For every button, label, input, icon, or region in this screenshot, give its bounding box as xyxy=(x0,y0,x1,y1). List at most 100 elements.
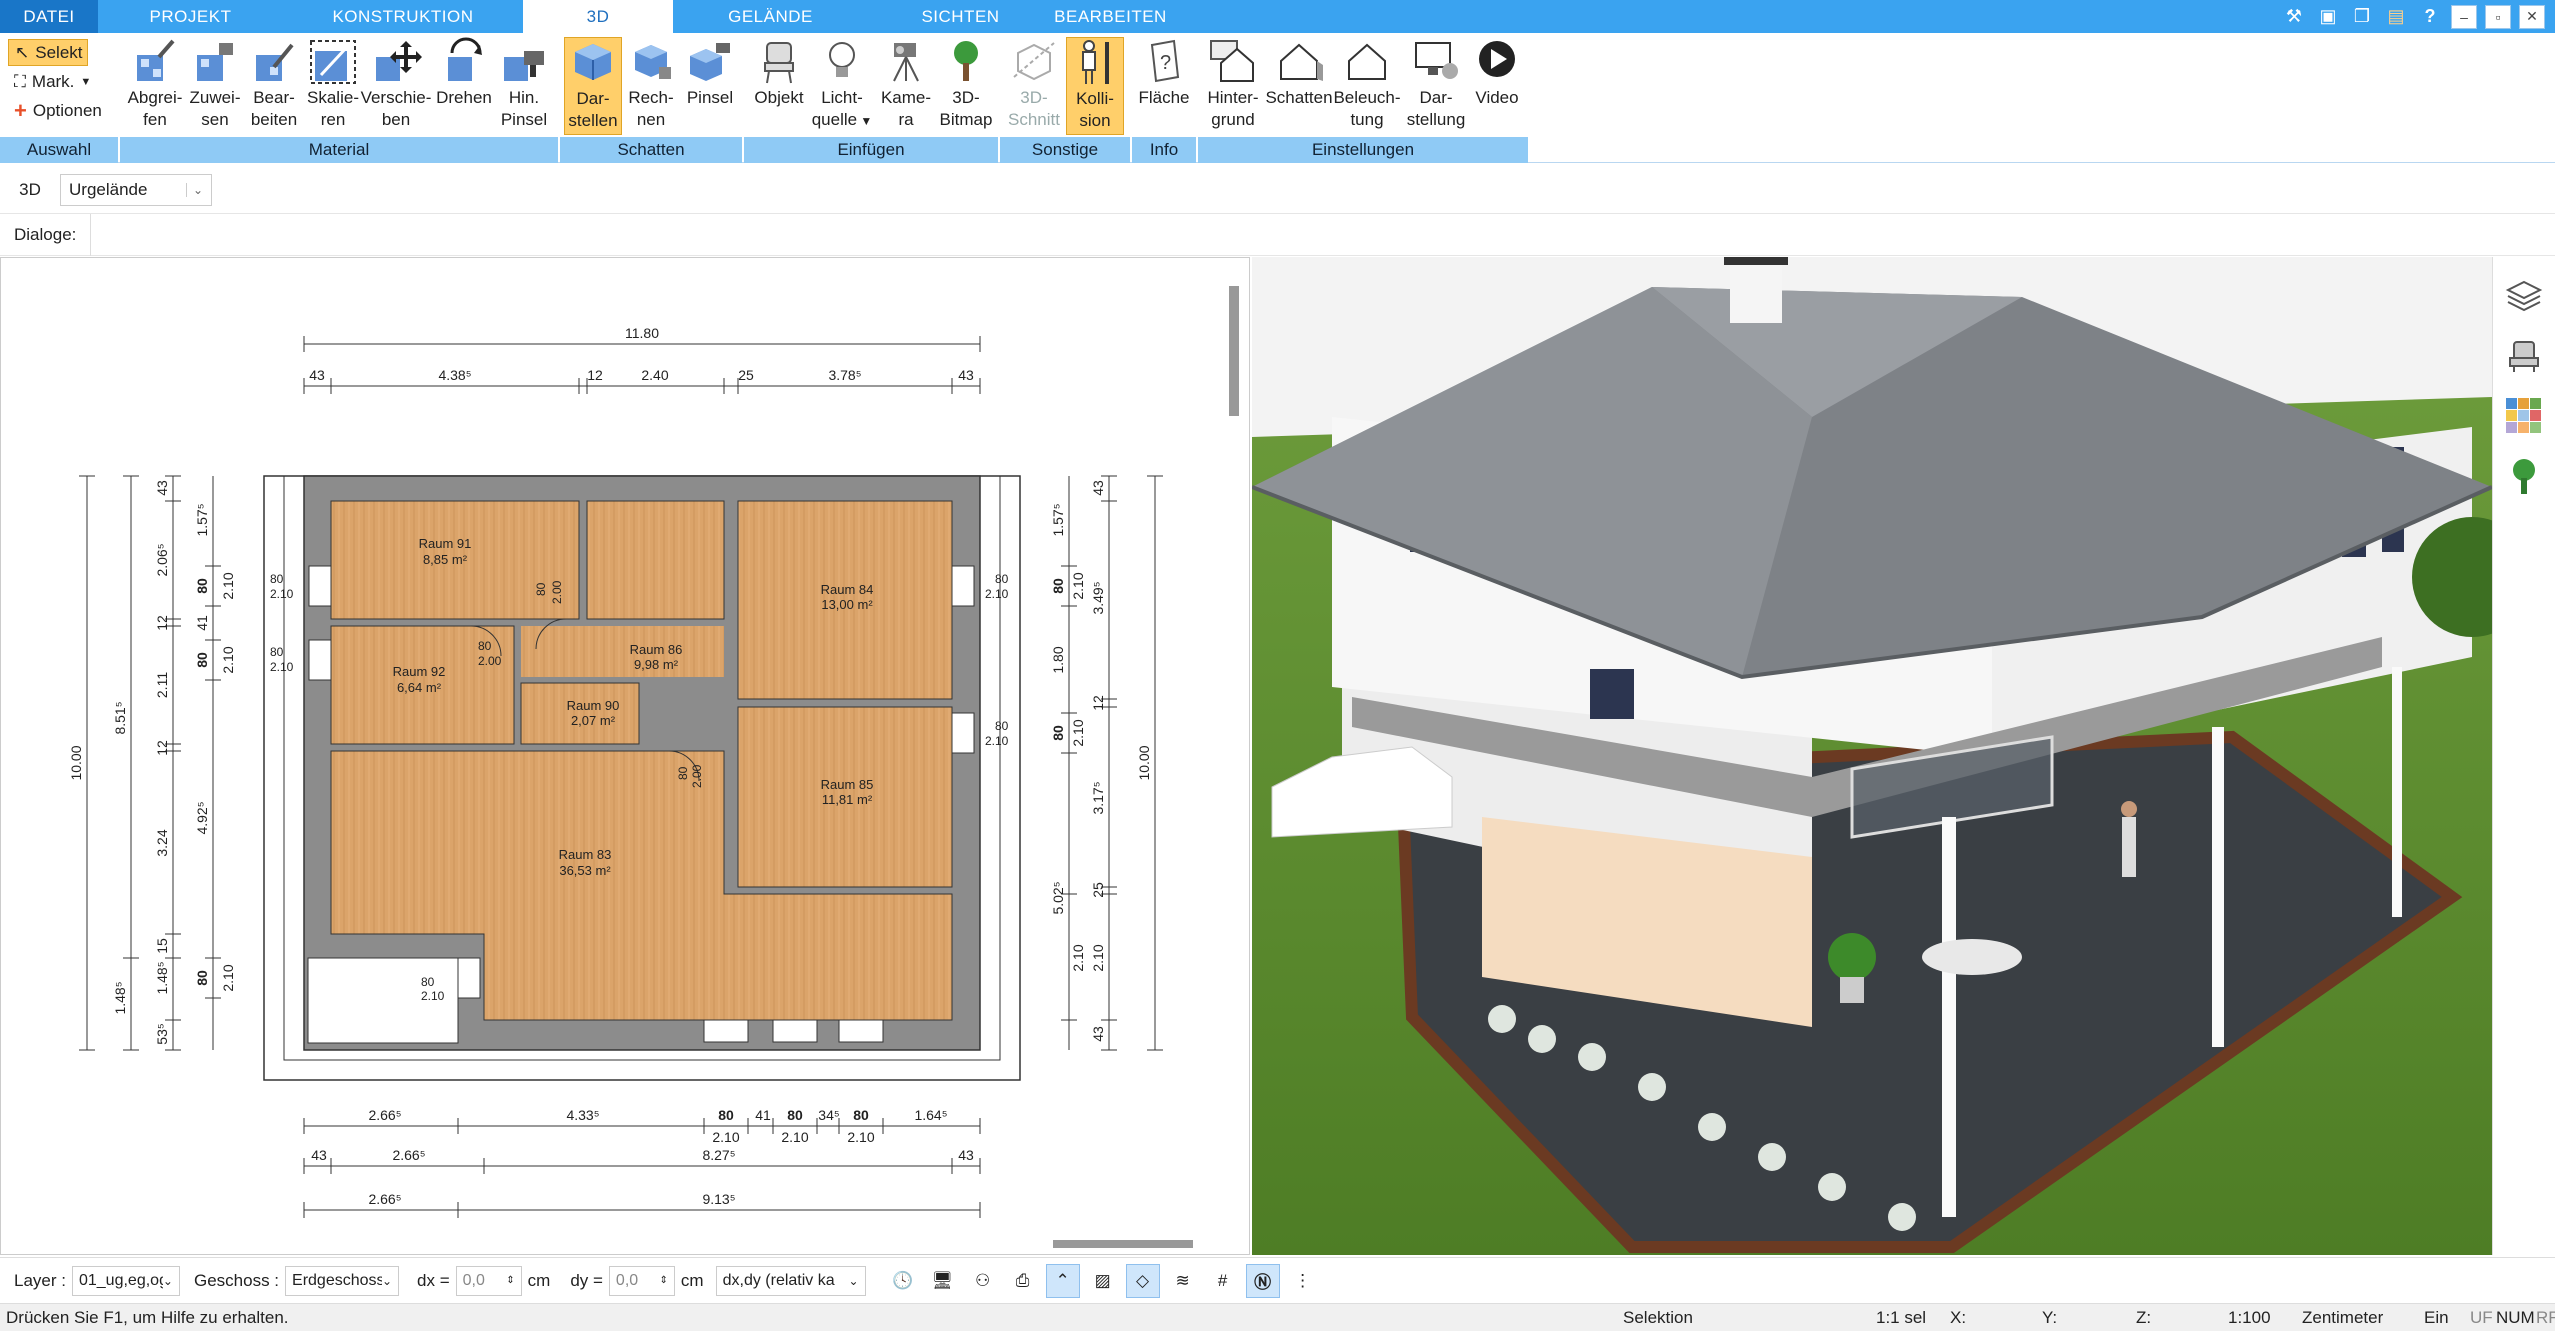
material-palette-icon[interactable] xyxy=(2501,393,2547,439)
hin-pinsel-button[interactable]: Hin. Pinsel xyxy=(496,37,552,135)
geschoss-select[interactable]: Erdgeschoss ⌄ xyxy=(285,1265,400,1296)
drehen-button[interactable]: Drehen xyxy=(432,37,496,135)
maximize-button[interactable]: ▫ xyxy=(2485,4,2511,29)
room-91-name: Raum 91 xyxy=(419,536,472,551)
tab-konstruktion[interactable]: KONSTRUKTION xyxy=(283,0,523,33)
terrain-select[interactable]: Urgelände ⌄ xyxy=(60,173,212,206)
window-label: 2.10 xyxy=(421,989,445,1003)
schatten-rechnen-button[interactable]: Rech-nen xyxy=(622,37,680,135)
verschieben-label-2: ben xyxy=(381,110,411,129)
schatten-pinsel-button[interactable]: Pinsel xyxy=(682,37,738,135)
minimize-button[interactable]: – xyxy=(2451,4,2477,29)
tools-icon[interactable]: ⚒ xyxy=(2281,4,2307,30)
room-83-area: 36,53 m² xyxy=(559,863,611,878)
abgreifen-button[interactable]: Abgrei-fen xyxy=(124,37,186,135)
coord-mode-select[interactable]: dx,dy (relativ ka ⌄ xyxy=(715,1265,866,1296)
window-icon[interactable]: ▣ xyxy=(2315,4,2341,30)
skalieren-button[interactable]: Skalie-ren xyxy=(304,37,362,135)
status-num: NUM xyxy=(2496,1308,2535,1327)
north-icon[interactable]: Ⓝ xyxy=(1245,1263,1280,1298)
zuweisen-button[interactable]: Zuwei-sen xyxy=(186,37,244,135)
lichtquelle-button[interactable]: Licht-quelle ▼ xyxy=(810,37,874,135)
more-icon[interactable]: ⋮ xyxy=(1286,1264,1320,1298)
3d-schnitt-button[interactable]: 3D- Schnitt xyxy=(1004,37,1064,135)
objekt-button[interactable]: Objekt xyxy=(748,37,810,135)
optionen-button[interactable]: + Optionen xyxy=(8,97,108,124)
house-lighting-icon xyxy=(1348,43,1386,80)
vertical-scrollbar-thumb[interactable] xyxy=(1229,286,1239,416)
dy-input[interactable]: 0,0 ⇕ xyxy=(608,1265,675,1296)
screen-icon[interactable]: 🖥 xyxy=(926,1264,960,1298)
room-86[interactable] xyxy=(521,626,724,677)
dim-label: 41 xyxy=(755,1107,771,1123)
stack-icon[interactable]: ≋ xyxy=(1166,1264,1200,1298)
bearbeiten-button[interactable]: Bear-beiten xyxy=(244,37,304,135)
tab-3d[interactable]: 3D xyxy=(523,0,673,33)
dim-label: 4.33⁵ xyxy=(566,1107,599,1123)
dim-label: 2.10 xyxy=(220,646,236,673)
plane-icon[interactable]: ◇ xyxy=(1125,1263,1160,1298)
schnitt-label-2: Schnitt xyxy=(1008,110,1060,129)
schatten-einstellung-label: Schatten xyxy=(1265,88,1333,107)
armchair-icon[interactable] xyxy=(2501,333,2547,379)
kollision-button[interactable]: Kolli-sion xyxy=(1066,37,1124,135)
kamera-label-2: ra xyxy=(898,110,914,129)
3d-view-pane[interactable] xyxy=(1251,257,2532,1255)
spinner-icon[interactable]: ⇕ xyxy=(506,1275,514,1286)
status-x: X: xyxy=(1950,1308,1967,1327)
3d-house-render[interactable] xyxy=(1251,257,2532,1255)
tab-gelaende[interactable]: GELÄNDE xyxy=(673,0,868,33)
darstellung-button[interactable]: Dar-stellung xyxy=(1404,37,1468,135)
dim-label: 1.64⁵ xyxy=(914,1107,947,1123)
tree-icon[interactable] xyxy=(2501,453,2547,499)
horizontal-scrollbar-thumb[interactable] xyxy=(1053,1240,1193,1248)
print-icon[interactable]: ⎙ xyxy=(1006,1264,1040,1298)
hatch-icon[interactable]: ▨ xyxy=(1086,1264,1120,1298)
selekt-button[interactable]: ↖ Selekt xyxy=(8,39,88,66)
help-icon[interactable]: ? xyxy=(2417,4,2443,30)
zuweisen-label-2: sen xyxy=(201,110,229,129)
close-button[interactable]: ✕ xyxy=(2519,4,2545,29)
house-shadow-icon xyxy=(1280,43,1323,81)
status-unit: Zentimeter xyxy=(2302,1308,2384,1327)
mark-button[interactable]: ⛶ Mark. ▼ xyxy=(8,68,97,95)
status-sel: 1:1 sel xyxy=(1876,1308,1927,1327)
chevron-down-icon: ⌄ xyxy=(185,182,203,197)
dx-input[interactable]: 0,0 ⇕ xyxy=(455,1265,522,1296)
tab-bearbeiten[interactable]: BEARBEITEN xyxy=(1053,0,1168,33)
3d-bitmap-button[interactable]: 3D- Bitmap xyxy=(936,37,996,135)
grid-icon[interactable]: # xyxy=(1206,1264,1240,1298)
layers-icon[interactable] xyxy=(2501,273,2547,319)
dy-label: dy = xyxy=(570,1270,603,1290)
dim-label: 2.10 xyxy=(1070,572,1086,599)
kamera-button[interactable]: Kame-ra xyxy=(876,37,936,135)
tab-datei[interactable]: DATEI xyxy=(0,0,98,33)
tab-projekt[interactable]: PROJEKT xyxy=(98,0,283,33)
brush-icon xyxy=(504,51,544,81)
spinner-icon[interactable]: ⇕ xyxy=(660,1275,668,1286)
floor-plan-pane[interactable]: Raum 91 8,85 m² Raum 92 6,64 m² Raum 86 … xyxy=(0,257,1250,1255)
flaeche-button[interactable]: ? Fläche xyxy=(1134,37,1194,135)
dim-total-width: 11.80 xyxy=(625,325,659,341)
chevron-down-icon: ▼ xyxy=(80,75,92,88)
schatten-darstellen-button[interactable]: Dar-stellen xyxy=(564,37,622,135)
group-label-einfuegen: Einfügen xyxy=(744,137,998,163)
dim-label: 2.11 xyxy=(154,672,170,698)
menu-bar: DATEI PROJEKT KONSTRUKTION 3D GELÄNDE SI… xyxy=(0,0,2555,33)
restore-window-icon[interactable]: ❐ xyxy=(2349,4,2375,30)
beleuchtung-button[interactable]: Beleuch-tung xyxy=(1332,37,1402,135)
orange-window-icon[interactable]: ▤ xyxy=(2383,4,2409,30)
roof-icon[interactable]: ⌃ xyxy=(1045,1263,1080,1298)
video-button[interactable]: Video xyxy=(1468,37,1526,135)
floor-plan-drawing[interactable]: Raum 91 8,85 m² Raum 92 6,64 m² Raum 86 … xyxy=(1,258,1251,1256)
schatten-einstellung-button[interactable]: Schatten xyxy=(1265,37,1333,135)
verschieben-button[interactable]: Verschie-ben xyxy=(361,37,431,135)
geschoss-label: Geschoss : xyxy=(193,1270,280,1290)
darstellen-label-2: stellen xyxy=(568,111,618,130)
people-icon[interactable]: ⚇ xyxy=(966,1264,1000,1298)
clock-icon[interactable]: 🕓 xyxy=(886,1264,920,1298)
tab-sichten[interactable]: SICHTEN xyxy=(868,0,1053,33)
room-86-top[interactable] xyxy=(586,500,725,620)
layer-select[interactable]: 01_ug,eg,og ⌄ xyxy=(71,1265,180,1296)
hintergrund-button[interactable]: Hinter-grund xyxy=(1200,37,1266,135)
